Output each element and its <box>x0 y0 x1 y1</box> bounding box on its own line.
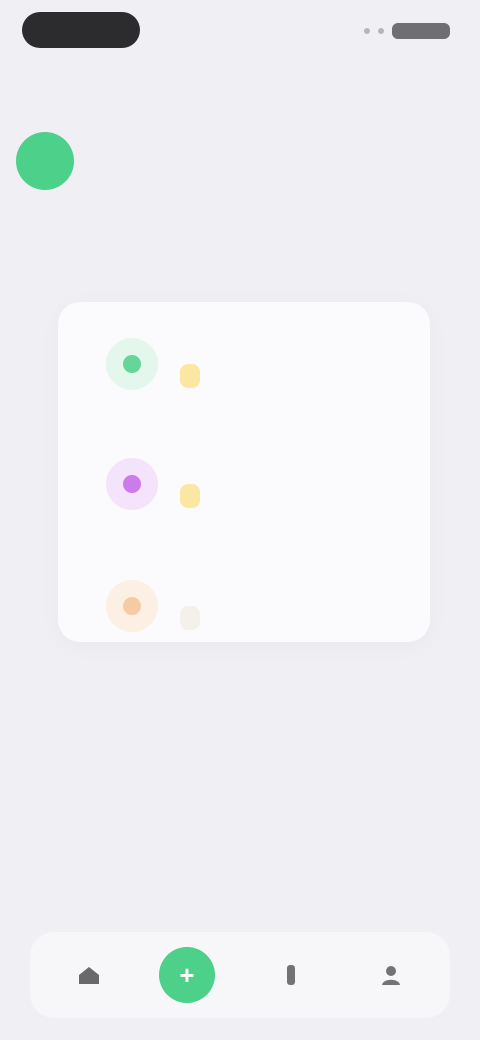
bottom-right-link[interactable] <box>350 898 460 920</box>
activity-item[interactable] <box>100 452 410 532</box>
tab-bar: + <box>30 932 450 1018</box>
activity-card <box>58 302 430 642</box>
home-icon <box>74 963 104 987</box>
tab-home[interactable] <box>54 940 124 1010</box>
bottom-bar: + <box>0 888 480 1040</box>
activity-icon <box>123 355 141 373</box>
tab-profile[interactable] <box>356 940 426 1010</box>
signal-icon <box>364 28 370 34</box>
activity-badge <box>180 606 200 630</box>
add-fab-button[interactable] <box>16 132 74 190</box>
activity-icon <box>123 597 141 615</box>
activity-2-icon <box>106 458 158 510</box>
activity-3-icon <box>106 580 158 632</box>
status-bar <box>0 0 480 64</box>
activity-icon <box>123 475 141 493</box>
add-icon: + <box>159 947 215 1003</box>
nav-right[interactable] <box>380 76 450 104</box>
tab-add[interactable]: + <box>152 940 222 1010</box>
bottom-left-label <box>22 898 192 920</box>
tab-stats[interactable] <box>256 940 326 1010</box>
activity-item[interactable] <box>100 574 410 654</box>
more-link[interactable] <box>170 694 310 720</box>
activity-item[interactable] <box>100 332 410 412</box>
activity-badge <box>180 484 200 508</box>
wifi-icon <box>378 28 384 34</box>
stats-icon <box>276 963 306 987</box>
activity-1-icon <box>106 338 158 390</box>
nav-right-subtitle <box>370 112 480 128</box>
profile-icon <box>376 963 406 987</box>
status-time <box>22 12 140 48</box>
hint-text <box>58 724 418 742</box>
top-navigation <box>0 60 480 120</box>
status-icons <box>350 20 450 42</box>
activity-badge <box>180 364 200 388</box>
nav-title <box>180 76 300 104</box>
battery-icon <box>392 23 450 39</box>
nav-left[interactable] <box>40 76 120 104</box>
